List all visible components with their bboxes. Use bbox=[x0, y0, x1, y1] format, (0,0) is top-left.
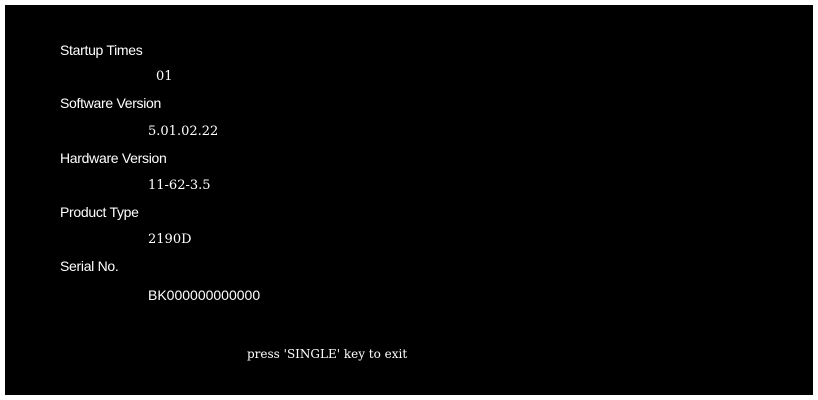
hardware-version-label: Hardware Version bbox=[60, 150, 167, 166]
product-type-value: 2190D bbox=[148, 232, 192, 247]
product-type-label: Product Type bbox=[60, 204, 139, 220]
hardware-version-value: 11-62-3.5 bbox=[148, 178, 211, 193]
startup-times-label: Startup Times bbox=[60, 42, 143, 58]
startup-times-value: 01 bbox=[156, 69, 173, 84]
software-version-label: Software Version bbox=[60, 95, 162, 111]
exit-hint: press 'SINGLE' key to exit bbox=[247, 347, 408, 361]
software-version-value: 5.01.02.22 bbox=[148, 124, 219, 139]
serial-no-value: BK000000000000 bbox=[148, 287, 261, 303]
system-info-screen: Startup Times 01 Software Version 5.01.0… bbox=[5, 5, 813, 395]
serial-no-label: Serial No. bbox=[60, 258, 119, 274]
